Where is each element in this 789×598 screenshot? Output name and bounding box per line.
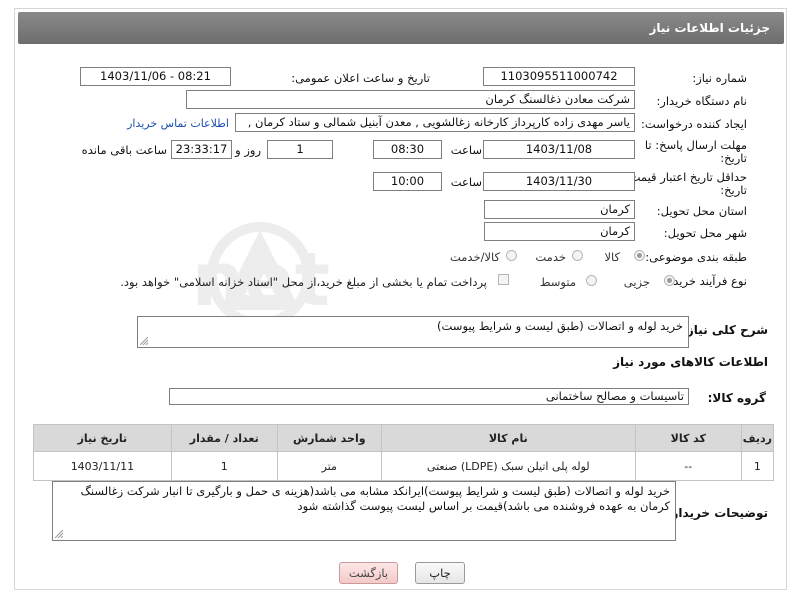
need-number-label: شماره نیاز: bbox=[692, 71, 747, 85]
announce-field: 1403/11/06 - 08:21 bbox=[80, 67, 231, 86]
category-radio-both[interactable] bbox=[506, 250, 517, 261]
province-label: استان محل تحویل: bbox=[656, 204, 747, 218]
cell-item-code: -- bbox=[634, 451, 742, 481]
reply-deadline-label: مهلت ارسال پاسخ: تا bbox=[644, 138, 747, 152]
col-need-date: تاریخ نیاز bbox=[33, 424, 172, 452]
page-title: جزئیات اطلاعات نیاز bbox=[649, 21, 770, 35]
process-option-minor: جزیی bbox=[623, 275, 650, 289]
price-validity-label: حداقل تاریخ اعتبار قیمت: تا bbox=[615, 170, 747, 184]
cell-quantity: 1 bbox=[170, 451, 278, 481]
goods-section-title: اطلاعات کالاهای مورد نیاز bbox=[613, 355, 768, 369]
city-label: شهر محل تحویل: bbox=[663, 226, 747, 240]
treasury-payment-checkbox[interactable] bbox=[498, 274, 509, 285]
days-label: روز و bbox=[235, 143, 261, 157]
cell-item-name: لوله پلی اتیلن سبک (LDPE) صنعتی bbox=[380, 451, 636, 481]
goods-group-label: گروه کالا: bbox=[707, 391, 766, 405]
description-label: شرح کلی نیاز: bbox=[682, 323, 768, 337]
description-text: خرید لوله و اتصالات (طبق لیست و شرایط پی… bbox=[437, 319, 683, 333]
reply-deadline-label-date: تاریخ: bbox=[720, 151, 747, 165]
buyer-notes-label: توضیحات خریدار: bbox=[666, 506, 768, 520]
description-textarea[interactable]: خرید لوله و اتصالات (طبق لیست و شرایط پی… bbox=[137, 316, 689, 348]
cell-row-number: 1 bbox=[740, 451, 775, 481]
col-item-name: نام کالا bbox=[380, 424, 636, 452]
goods-group-field: تاسیسات و مصالح ساختمانی bbox=[169, 388, 689, 405]
col-unit: واحد شمارش bbox=[276, 424, 382, 452]
col-item-code: کد کالا bbox=[634, 424, 742, 452]
announce-label: تاریخ و ساعت اعلان عمومی: bbox=[291, 71, 430, 85]
category-option-both: کالا/خدمت bbox=[449, 250, 500, 264]
reply-time-field: 08:30 bbox=[373, 140, 442, 159]
reply-time-label: ساعت bbox=[450, 143, 482, 157]
resize-grip-icon[interactable] bbox=[55, 530, 63, 538]
buyer-org-label: نام دستگاه خریدار: bbox=[656, 94, 747, 108]
remaining-time-field: 23:33:17 bbox=[171, 140, 232, 159]
process-label: نوع فرآیند خرید : bbox=[665, 274, 747, 288]
remaining-label: ساعت باقی مانده bbox=[81, 143, 167, 157]
resize-grip-icon[interactable] bbox=[140, 337, 148, 345]
category-radio-service[interactable] bbox=[572, 250, 583, 261]
col-quantity: تعداد / مقدار bbox=[170, 424, 278, 452]
price-validity-label-date: تاریخ: bbox=[720, 183, 747, 197]
buyer-org-field: شرکت معادن ذغالسنگ کرمان bbox=[186, 90, 635, 109]
treasury-payment-note: پرداخت تمام یا بخشی از مبلغ خرید،از محل … bbox=[120, 275, 487, 289]
price-time-label: ساعت bbox=[450, 175, 482, 189]
buyer-contact-link[interactable]: اطلاعات تماس خریدار bbox=[127, 117, 229, 130]
price-time-field: 10:00 bbox=[373, 172, 442, 191]
need-number-field: 1103095511000742 bbox=[483, 67, 635, 86]
category-radio-goods[interactable] bbox=[634, 250, 645, 261]
creator-field: یاسر مهدی زاده کارپرداز کارخانه زغالشویی… bbox=[235, 113, 635, 132]
process-radio-medium[interactable] bbox=[586, 275, 597, 286]
back-button[interactable]: بازگشت bbox=[339, 562, 398, 584]
cell-unit: متر bbox=[276, 451, 382, 481]
province-field: کرمان bbox=[484, 200, 635, 219]
process-radio-minor[interactable] bbox=[664, 275, 675, 286]
category-label: طبقه بندی موضوعی: bbox=[645, 250, 747, 264]
category-option-goods: کالا bbox=[604, 250, 620, 264]
city-field: کرمان bbox=[484, 222, 635, 241]
category-option-service: خدمت bbox=[535, 250, 566, 264]
goods-table: ردیف کد کالا نام کالا واحد شمارش تعداد /… bbox=[33, 424, 775, 481]
goods-table-header: ردیف کد کالا نام کالا واحد شمارش تعداد /… bbox=[33, 424, 775, 452]
print-button[interactable]: چاپ bbox=[415, 562, 465, 584]
cell-need-date: 1403/11/11 bbox=[33, 451, 172, 481]
process-option-medium: متوسط bbox=[539, 275, 576, 289]
buyer-notes-text: خرید لوله و اتصالات (طبق لیست و شرایط پی… bbox=[80, 484, 670, 513]
days-field: 1 bbox=[267, 140, 333, 159]
table-row: 1 -- لوله پلی اتیلن سبک (LDPE) صنعتی متر… bbox=[33, 451, 775, 481]
buyer-notes-textarea[interactable]: خرید لوله و اتصالات (طبق لیست و شرایط پی… bbox=[52, 481, 676, 541]
reply-date-field: 1403/11/08 bbox=[483, 140, 635, 159]
page-header: جزئیات اطلاعات نیاز bbox=[18, 12, 784, 44]
price-date-field: 1403/11/30 bbox=[483, 172, 635, 191]
col-row-number: ردیف bbox=[740, 424, 775, 452]
creator-label: ایجاد کننده درخواست: bbox=[641, 117, 747, 131]
